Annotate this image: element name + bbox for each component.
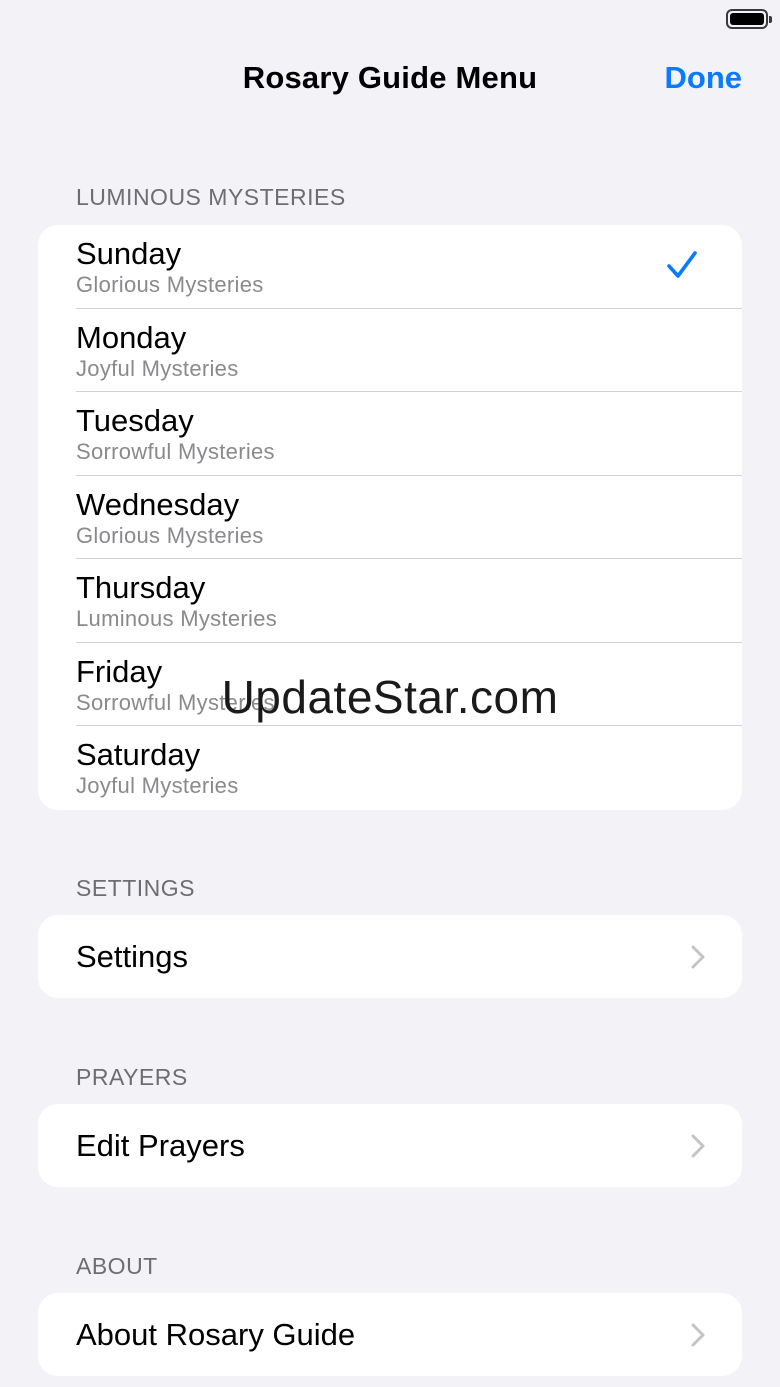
settings-label: Settings <box>76 939 189 974</box>
settings-group: Settings <box>38 915 742 998</box>
section-header-about: ABOUT <box>76 1253 158 1279</box>
day-row-tuesday[interactable]: Tuesday Sorrowful Mysteries <box>38 392 742 476</box>
navigation-bar: Rosary Guide Menu Done <box>0 52 780 108</box>
day-title: Monday <box>76 319 187 355</box>
chevron-right-icon <box>691 945 705 969</box>
day-row-monday[interactable]: Monday Joyful Mysteries <box>38 309 742 392</box>
day-row-friday[interactable]: Friday Sorrowful Mysteries <box>38 643 742 726</box>
edit-prayers-label: Edit Prayers <box>76 1128 245 1163</box>
day-mystery: Luminous Mysteries <box>76 606 278 631</box>
day-list: Sunday Glorious Mysteries Monday Joyful … <box>38 225 742 810</box>
day-mystery: Joyful Mysteries <box>76 773 239 798</box>
day-row-thursday[interactable]: Thursday Luminous Mysteries <box>38 559 742 643</box>
day-title: Tuesday <box>76 403 194 438</box>
day-mystery: Glorious Mysteries <box>76 272 264 297</box>
settings-row[interactable]: Settings <box>38 915 742 998</box>
about-row[interactable]: About Rosary Guide <box>38 1293 742 1376</box>
done-button[interactable]: Done <box>665 60 743 96</box>
page-title: Rosary Guide Menu <box>242 60 538 95</box>
day-row-saturday[interactable]: Saturday Joyful Mysteries <box>38 726 742 810</box>
edit-prayers-row[interactable]: Edit Prayers <box>38 1104 742 1187</box>
battery-icon <box>726 9 772 29</box>
day-title: Wednesday <box>76 486 240 522</box>
day-mystery: Joyful Mysteries <box>76 355 239 381</box>
day-title: Thursday <box>76 570 206 605</box>
day-title: Saturday <box>76 737 201 772</box>
day-mystery: Sorrowful Mysteries <box>76 439 275 464</box>
prayers-group: Edit Prayers <box>38 1104 742 1187</box>
section-header-prayers: PRAYERS <box>76 1064 188 1090</box>
about-label: About Rosary Guide <box>76 1317 356 1352</box>
day-mystery: Glorious Mysteries <box>76 522 264 548</box>
day-row-wednesday[interactable]: Wednesday Glorious Mysteries <box>38 476 742 559</box>
day-title: Sunday <box>76 236 182 271</box>
section-header-luminous: LUMINOUS MYSTERIES <box>76 184 346 210</box>
day-mystery: Sorrowful Mysteries <box>76 689 275 715</box>
about-group: About Rosary Guide <box>38 1293 742 1376</box>
section-header-settings: SETTINGS <box>76 875 196 901</box>
screen: Rosary Guide Menu Done LUMINOUS MYSTERIE… <box>0 0 780 1387</box>
status-bar <box>0 0 780 40</box>
day-title: Friday <box>76 653 163 689</box>
chevron-right-icon <box>691 1323 705 1347</box>
day-row-sunday[interactable]: Sunday Glorious Mysteries <box>38 225 742 309</box>
checkmark-icon <box>667 251 697 278</box>
chevron-right-icon <box>691 1134 705 1158</box>
